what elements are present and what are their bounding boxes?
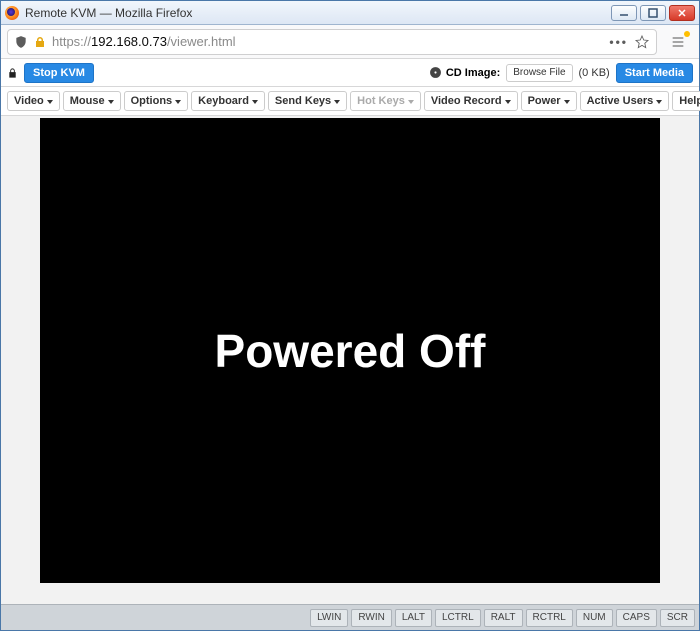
- menu-power[interactable]: Power: [521, 91, 577, 111]
- menu-label: Video Record: [431, 95, 502, 107]
- window-maximize-button[interactable]: [640, 5, 666, 21]
- url-bar[interactable]: https://192.168.0.73/viewer.html •••: [7, 29, 657, 55]
- screen-message: Powered Off: [215, 324, 486, 378]
- remote-screen[interactable]: Powered Off: [40, 118, 660, 583]
- menu-label: Active Users: [587, 95, 654, 107]
- key-indicator-lalt[interactable]: LALT: [395, 609, 432, 627]
- firefox-icon: [5, 6, 19, 20]
- key-indicator-ralt[interactable]: RALT: [484, 609, 523, 627]
- key-indicator-rwin[interactable]: RWIN: [351, 609, 391, 627]
- menu-label: Hot Keys: [357, 95, 405, 107]
- kvm-toolbar: Video Mouse Options Keyboard Send Keys Hot Ke…: [1, 87, 699, 116]
- cd-image-label: CD Image:: [429, 66, 500, 79]
- page-actions-icon[interactable]: •••: [609, 35, 628, 49]
- menu-label: Options: [131, 95, 173, 107]
- menu-mouse[interactable]: Mouse: [63, 91, 121, 111]
- shield-icon: [14, 35, 28, 49]
- key-indicator-scr[interactable]: SCR: [660, 609, 695, 627]
- menu-options[interactable]: Options: [124, 91, 189, 111]
- window-close-button[interactable]: [669, 5, 695, 21]
- menu-label: Help: [679, 95, 700, 107]
- key-indicator-caps[interactable]: CAPS: [616, 609, 657, 627]
- status-bar: LWINRWINLALTLCTRLRALTRCTRLNUMCAPSSCR: [1, 604, 699, 630]
- lock-icon: [7, 66, 18, 80]
- bookmark-star-icon[interactable]: [634, 34, 650, 50]
- chevron-down-icon: [175, 100, 181, 104]
- menu-label: Video: [14, 95, 44, 107]
- chevron-down-icon: [108, 100, 114, 104]
- menu-video-record[interactable]: Video Record: [424, 91, 518, 111]
- key-indicator-num[interactable]: NUM: [576, 609, 613, 627]
- cd-image-size: (0 KB): [579, 67, 610, 79]
- menu-help[interactable]: Help: [672, 91, 700, 111]
- key-indicator-lwin[interactable]: LWIN: [310, 609, 348, 627]
- chevron-down-icon: [505, 100, 511, 104]
- window-titlebar: Remote KVM — Mozilla Firefox: [1, 1, 699, 25]
- stop-kvm-button[interactable]: Stop KVM: [24, 63, 94, 83]
- chevron-down-icon: [656, 100, 662, 104]
- remote-screen-area: Powered Off: [1, 116, 699, 604]
- chevron-down-icon: [334, 100, 340, 104]
- browser-toolbar: https://192.168.0.73/viewer.html •••: [1, 25, 699, 59]
- url-text: https://192.168.0.73/viewer.html: [52, 34, 603, 49]
- menu-hot-keys[interactable]: Hot Keys: [350, 91, 421, 111]
- menu-send-keys[interactable]: Send Keys: [268, 91, 347, 111]
- chevron-down-icon: [252, 100, 258, 104]
- start-media-button[interactable]: Start Media: [616, 63, 693, 83]
- chevron-down-icon: [408, 100, 414, 104]
- browser-menu-button[interactable]: [663, 29, 693, 55]
- menu-label: Mouse: [70, 95, 105, 107]
- disc-icon: [429, 66, 442, 79]
- menu-video[interactable]: Video: [7, 91, 60, 111]
- window-minimize-button[interactable]: [611, 5, 637, 21]
- menu-label: Keyboard: [198, 95, 249, 107]
- menu-keyboard[interactable]: Keyboard: [191, 91, 265, 111]
- key-indicator-rctrl[interactable]: RCTRL: [526, 609, 573, 627]
- chevron-down-icon: [564, 100, 570, 104]
- lock-warning-icon: [34, 36, 46, 48]
- menu-label: Send Keys: [275, 95, 331, 107]
- menu-label: Power: [528, 95, 561, 107]
- kvm-top-bar: Stop KVM CD Image: Browse File (0 KB) St…: [1, 59, 699, 87]
- browse-file-button[interactable]: Browse File: [506, 64, 572, 82]
- chevron-down-icon: [47, 100, 53, 104]
- window-title: Remote KVM — Mozilla Firefox: [25, 6, 611, 20]
- notification-badge-icon: [684, 31, 690, 37]
- key-indicator-lctrl[interactable]: LCTRL: [435, 609, 481, 627]
- menu-active-users[interactable]: Active Users: [580, 91, 670, 111]
